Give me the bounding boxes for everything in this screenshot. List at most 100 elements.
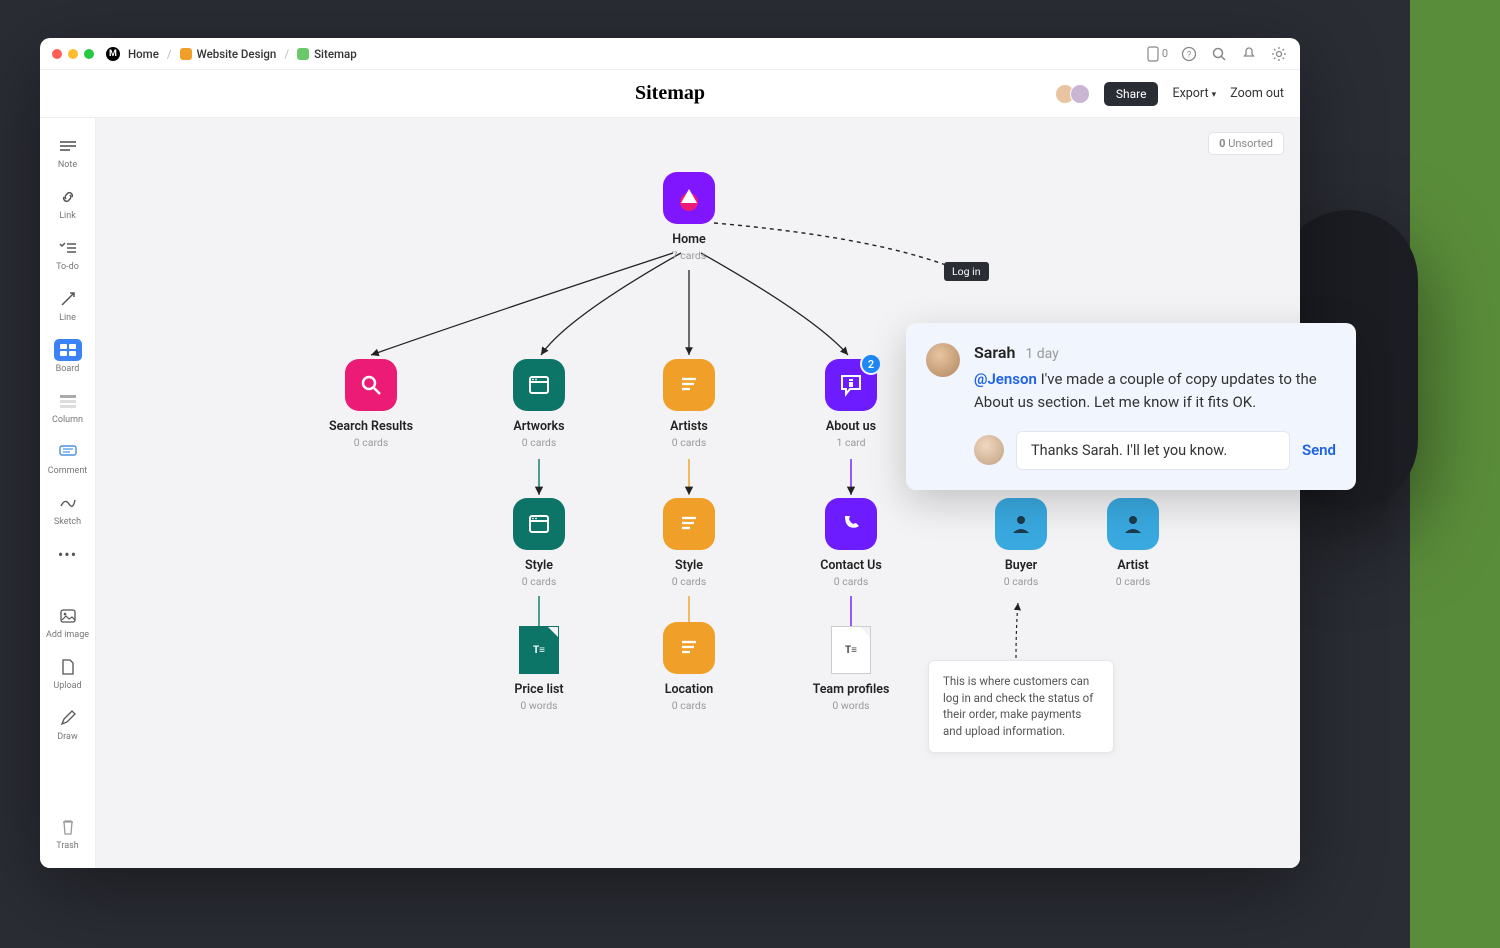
titlebar: M Home / Website Design / Sitemap 0 ? bbox=[40, 38, 1300, 70]
link-icon bbox=[54, 186, 82, 208]
comment-icon bbox=[54, 441, 82, 463]
sidebar-tool-link[interactable]: Link bbox=[46, 181, 90, 226]
more-icon: ••• bbox=[54, 543, 82, 565]
unsorted-badge[interactable]: 0 Unsorted bbox=[1208, 132, 1284, 155]
sidebar-tool-more[interactable]: ••• bbox=[46, 538, 90, 570]
pencil-icon bbox=[54, 707, 82, 729]
help-button[interactable]: ? bbox=[1180, 45, 1198, 63]
sidebar-tool-draw[interactable]: Draw bbox=[46, 702, 90, 747]
comment-panel[interactable]: Sarah 1 day @Jenson I've made a couple o… bbox=[906, 323, 1356, 490]
zoom-out-button[interactable]: Zoom out bbox=[1230, 86, 1284, 101]
phone-icon bbox=[825, 498, 877, 550]
mobile-count: 0 bbox=[1162, 47, 1168, 60]
maximize-icon[interactable] bbox=[84, 49, 94, 59]
page-header-actions: Share Export ▾ Zoom out bbox=[1060, 82, 1284, 106]
sidebar-tool-todo[interactable]: To-do bbox=[46, 232, 90, 277]
sidebar-tool-comment[interactable]: Comment bbox=[46, 436, 90, 481]
sidebar-tool-trash[interactable]: Trash bbox=[46, 811, 90, 856]
breadcrumb-page[interactable]: Sitemap bbox=[297, 47, 357, 61]
breadcrumb-page-label: Sitemap bbox=[314, 47, 357, 61]
mobile-icon bbox=[1147, 46, 1159, 62]
background-green-strip bbox=[1410, 0, 1500, 948]
sidebar-tool-board[interactable]: Board bbox=[46, 334, 90, 379]
node-artworks[interactable]: Artworks 0 cards bbox=[492, 359, 586, 449]
comment-body: Sarah 1 day @Jenson I've made a couple o… bbox=[974, 343, 1336, 470]
todo-icon bbox=[54, 237, 82, 259]
node-label-login[interactable]: Log in bbox=[944, 262, 989, 281]
breadcrumb-project-label: Website Design bbox=[197, 47, 277, 61]
breadcrumb-home[interactable]: Home bbox=[128, 47, 159, 61]
node-location[interactable]: Location 0 cards bbox=[642, 622, 736, 712]
page-color-swatch bbox=[297, 48, 309, 60]
mobile-preview[interactable]: 0 bbox=[1147, 46, 1168, 62]
node-search-results[interactable]: Search Results 0 cards bbox=[324, 359, 418, 449]
app-logo-icon[interactable]: M bbox=[106, 47, 120, 61]
comment-author: Sarah bbox=[974, 343, 1015, 362]
collaborator-avatars[interactable] bbox=[1060, 84, 1090, 104]
comment-text: @Jenson I've made a couple of copy updat… bbox=[974, 368, 1336, 415]
line-arrow-icon bbox=[54, 288, 82, 310]
sidebar-tool-line[interactable]: Line bbox=[46, 283, 90, 328]
help-icon: ? bbox=[1181, 46, 1197, 62]
sketch-icon bbox=[54, 492, 82, 514]
comment-count-badge: 2 bbox=[860, 353, 882, 375]
node-price-list[interactable]: T≡ Price list 0 words bbox=[492, 626, 586, 712]
svg-text:?: ? bbox=[1187, 50, 1191, 60]
node-style-artists[interactable]: Style 0 cards bbox=[642, 498, 736, 588]
gear-icon bbox=[1271, 46, 1287, 62]
share-button[interactable]: Share bbox=[1104, 82, 1159, 106]
text-lines-icon bbox=[663, 622, 715, 674]
node-buyer[interactable]: Buyer 0 cards bbox=[974, 498, 1068, 588]
minimize-icon[interactable] bbox=[68, 49, 78, 59]
close-icon[interactable] bbox=[52, 49, 62, 59]
trash-icon bbox=[54, 816, 82, 838]
annotation-box[interactable]: This is where customers can log in and c… bbox=[928, 660, 1114, 753]
person-icon bbox=[995, 498, 1047, 550]
titlebar-right: 0 ? bbox=[1147, 45, 1288, 63]
breadcrumb-separator: / bbox=[167, 47, 172, 61]
window-controls[interactable] bbox=[52, 49, 94, 59]
node-artists[interactable]: Artists 0 cards bbox=[642, 359, 736, 449]
bell-icon bbox=[1241, 46, 1257, 62]
note-icon bbox=[54, 135, 82, 157]
breadcrumb-separator: / bbox=[284, 47, 289, 61]
export-button[interactable]: Export ▾ bbox=[1172, 86, 1216, 101]
canvas[interactable]: 0 Unsorted bbox=[96, 118, 1300, 868]
sidebar-tool-sketch[interactable]: Sketch bbox=[46, 487, 90, 532]
node-home[interactable]: Home 7 cards bbox=[642, 172, 736, 262]
sidebar-tool-note[interactable]: Note bbox=[46, 130, 90, 175]
node-team-profiles[interactable]: T≡ Team profiles 0 words bbox=[804, 626, 898, 712]
settings-button[interactable] bbox=[1270, 45, 1288, 63]
comment-mention[interactable]: @Jenson bbox=[974, 370, 1037, 388]
breadcrumb: M Home / Website Design / Sitemap bbox=[106, 47, 357, 61]
page-header: Sitemap Share Export ▾ Zoom out bbox=[40, 70, 1300, 118]
document-icon: T≡ bbox=[831, 626, 871, 674]
avatar bbox=[974, 435, 1004, 465]
avatar bbox=[926, 343, 960, 377]
comment-reply-row: Send bbox=[974, 431, 1336, 470]
node-artist-persona[interactable]: Artist 0 cards bbox=[1086, 498, 1180, 588]
column-icon bbox=[54, 390, 82, 412]
person-icon bbox=[1107, 498, 1159, 550]
search-button[interactable] bbox=[1210, 45, 1228, 63]
avatar bbox=[1070, 84, 1090, 104]
home-app-icon bbox=[663, 172, 715, 224]
node-about-us[interactable]: 2 About us 1 card bbox=[804, 359, 898, 449]
notifications-button[interactable] bbox=[1240, 45, 1258, 63]
sidebar-tool-column[interactable]: Column bbox=[46, 385, 90, 430]
image-icon bbox=[54, 605, 82, 627]
node-contact-us[interactable]: Contact Us 0 cards bbox=[804, 498, 898, 588]
reply-input[interactable] bbox=[1016, 431, 1290, 470]
sidebar-tool-add-image[interactable]: Add image bbox=[46, 600, 90, 645]
breadcrumb-home-label: Home bbox=[128, 47, 159, 61]
node-style-artworks[interactable]: Style 0 cards bbox=[492, 498, 586, 588]
board-icon bbox=[54, 339, 82, 361]
upload-doc-icon bbox=[54, 656, 82, 678]
text-lines-icon bbox=[663, 359, 715, 411]
breadcrumb-project[interactable]: Website Design bbox=[180, 47, 277, 61]
window-icon bbox=[513, 359, 565, 411]
sidebar-tool-upload[interactable]: Upload bbox=[46, 651, 90, 696]
comment-time: 1 day bbox=[1025, 346, 1058, 362]
send-button[interactable]: Send bbox=[1302, 441, 1336, 459]
chevron-down-icon: ▾ bbox=[1212, 90, 1217, 100]
